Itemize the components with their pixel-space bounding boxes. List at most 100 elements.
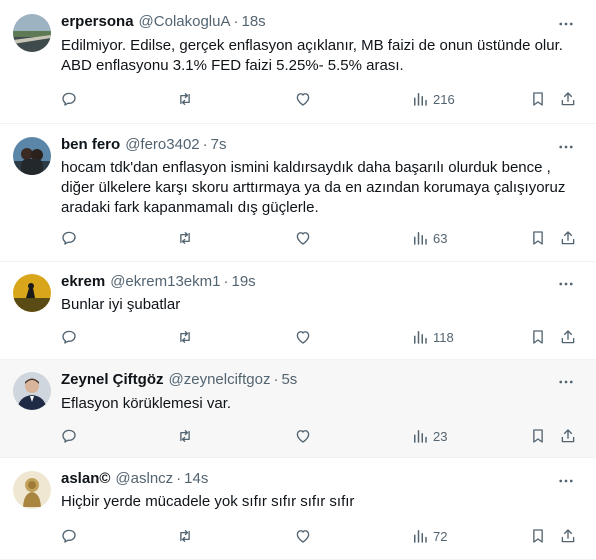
tweet[interactable]: Zeynel Çiftgöz @zeynelciftgoz · 5s Eflas… [0,360,596,458]
share-icon [561,330,575,344]
more-icon[interactable] [556,274,576,294]
tweet-text: Hiçbir yerde mücadele yok sıfır sıfır sı… [61,492,581,512]
reply-icon [62,92,76,106]
author-name[interactable]: ekrem [61,273,105,290]
views-chart-icon [414,430,427,443]
repost-button[interactable] [176,426,194,446]
avatar[interactable] [13,274,51,312]
views-chart-icon [414,530,427,543]
reply-icon [62,330,76,344]
avatar[interactable] [13,14,51,52]
reply-button[interactable] [60,89,78,109]
timestamp[interactable]: 7s [211,136,227,153]
views-count: 23 [433,428,448,444]
bookmark-button[interactable] [529,426,547,446]
tweet-text: Eflasyon körüklemesi var. [61,394,581,414]
tweet-text-line: ABD enflasyonu 3.1% FED faizi 5.25%- 5.5… [61,57,404,74]
repost-button[interactable] [176,228,194,248]
reply-icon [62,429,76,443]
repost-icon [180,530,190,542]
tweet-text: hocam tdk'dan enflasyon ismini kaldırsay… [61,158,581,218]
share-button[interactable] [559,228,577,248]
repost-icon [180,232,190,244]
reply-button[interactable] [60,327,78,347]
tweet-text-line: Edilmiyor. Edilse, gerçek enflasyon açık… [61,37,563,54]
reply-button[interactable] [60,526,78,546]
bookmark-button[interactable] [529,89,547,109]
avatar-sunset-image [13,274,51,312]
tweet[interactable]: ekrem @ekrem13ekm1 · 19s Bunlar iyi şuba… [0,262,596,360]
tweet-text-line: Hiçbir yerde mücadele yok sıfır sıfır sı… [61,493,355,510]
timestamp[interactable]: 5s [281,371,297,388]
bookmark-button[interactable] [529,228,547,248]
like-button[interactable] [294,327,312,347]
share-button[interactable] [559,426,577,446]
author-handle[interactable]: @ColakogluA [139,13,231,30]
share-button[interactable] [559,526,577,546]
repost-button[interactable] [176,526,194,546]
like-button[interactable] [294,89,312,109]
views-button[interactable]: 118 [411,327,454,347]
tweet[interactable]: ben fero @fero3402 · 7s hocam tdk'dan en… [0,124,596,262]
bookmark-button[interactable] [529,526,547,546]
separator-dot: · [202,136,208,153]
like-button[interactable] [294,426,312,446]
tweet-text-line: hocam tdk'dan enflasyon ismini kaldırsay… [61,159,551,176]
reply-button[interactable] [60,426,78,446]
separator-dot: · [273,371,279,388]
tweet-text-line: aradaki fark kapanmamalı dış güçlerle. [61,199,319,216]
repost-button[interactable] [176,89,194,109]
more-icon[interactable] [556,471,576,491]
author-name[interactable]: Zeynel Çiftgöz [61,371,164,388]
author-name[interactable]: aslan© [61,470,110,487]
avatar-landscape-image [13,14,51,52]
share-icon [561,231,575,245]
like-button[interactable] [294,526,312,546]
author-name[interactable]: ben fero [61,136,120,153]
author-handle[interactable]: @zeynelciftgoz [169,371,271,388]
heart-icon [296,430,310,443]
avatar-statue-image [13,471,51,509]
views-button[interactable]: 72 [411,526,447,546]
heart-icon [296,93,310,106]
more-icon[interactable] [556,372,576,392]
views-chart-icon [414,331,427,344]
bookmark-icon [533,529,543,543]
author-handle[interactable]: @aslncz [115,470,173,487]
repost-icon [180,331,190,343]
share-button[interactable] [559,327,577,347]
tweet-text: Edilmiyor. Edilse, gerçek enflasyon açık… [61,36,581,76]
bookmark-button[interactable] [529,327,547,347]
tweet[interactable]: erpersona @ColakogluA · 18s Edilmiyor. E… [0,0,596,124]
views-button[interactable]: 23 [411,426,447,446]
reply-icon [62,529,76,543]
bookmark-icon [533,429,543,443]
like-button[interactable] [294,228,312,248]
repost-button[interactable] [176,327,194,347]
reply-button[interactable] [60,228,78,248]
separator-dot: · [233,13,239,30]
author-handle[interactable]: @ekrem13ekm1 [110,273,220,290]
views-chart-icon [414,93,427,106]
timestamp[interactable]: 14s [184,470,208,487]
views-button[interactable]: 63 [411,228,447,248]
avatar-man-image [13,372,51,410]
views-button[interactable]: 216 [411,89,455,109]
more-icon[interactable] [556,137,576,157]
views-count: 72 [433,528,448,544]
timestamp[interactable]: 19s [231,273,255,290]
share-button[interactable] [559,89,577,109]
timestamp[interactable]: 18s [242,13,266,30]
repost-icon [180,93,190,105]
author-handle[interactable]: @fero3402 [125,136,199,153]
tweet[interactable]: aslan© @aslncz · 14s Hiçbir yerde mücade… [0,458,596,560]
avatar[interactable] [13,372,51,410]
avatar[interactable] [13,471,51,509]
heart-icon [296,232,310,245]
more-icon[interactable] [556,14,576,34]
avatar[interactable] [13,137,51,175]
author-name[interactable]: erpersona [61,13,134,30]
avatar-couple-image [13,137,51,175]
bookmark-icon [533,92,543,106]
views-count: 118 [433,329,454,345]
